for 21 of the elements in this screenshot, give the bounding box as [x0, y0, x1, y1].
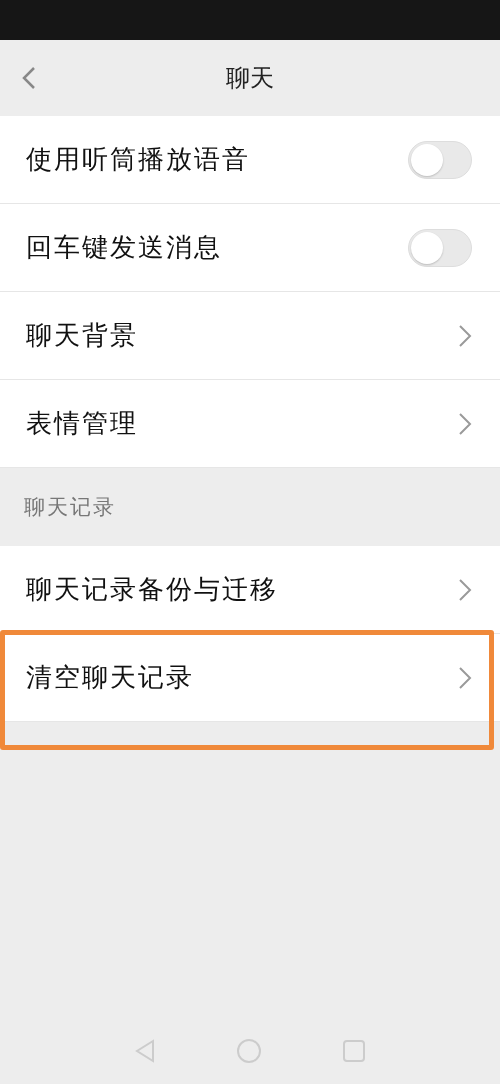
chevron-icon: [458, 411, 472, 436]
section-title: 聊天记录: [24, 494, 116, 521]
setting-label: 聊天记录备份与迁移: [26, 573, 278, 606]
setting-label: 清空聊天记录: [26, 661, 194, 694]
toggle-switch[interactable]: [408, 228, 472, 267]
setting-label: 表情管理: [26, 407, 138, 440]
setting-label: 聊天背景: [26, 319, 138, 352]
page-title: 聊天: [226, 63, 274, 94]
chevron-icon: [458, 577, 472, 602]
back-icon[interactable]: [22, 66, 36, 90]
toggle-switch[interactable]: [408, 140, 472, 179]
chevron-icon: [458, 323, 472, 348]
recents-square-icon[interactable]: [342, 1039, 366, 1063]
home-circle-icon[interactable]: [236, 1038, 262, 1064]
setting-label: 回车键发送消息: [26, 231, 222, 264]
setting-label: 使用听筒播放语音: [26, 143, 250, 176]
back-triangle-icon[interactable]: [134, 1039, 156, 1063]
setting-row[interactable]: 清空聊天记录: [0, 634, 500, 722]
setting-row[interactable]: 表情管理: [0, 380, 500, 468]
chevron-icon: [458, 665, 472, 690]
setting-row[interactable]: 聊天记录备份与迁移: [0, 546, 500, 634]
